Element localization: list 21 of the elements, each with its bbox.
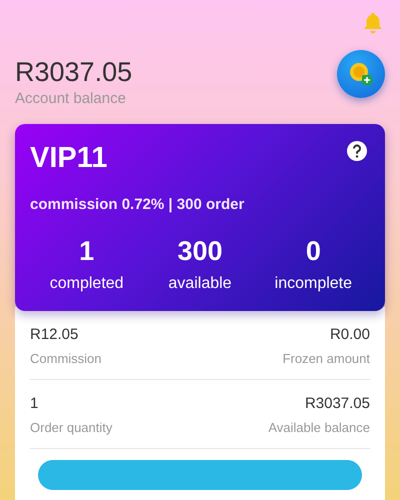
detail-value: 1 (30, 394, 40, 414)
detail-value: R12.05 (30, 325, 80, 345)
stat-value: 0 (304, 235, 322, 267)
balance-amount: R3037.05 (15, 56, 132, 88)
balance-label: Account balance (15, 90, 127, 107)
detail-label: Frozen amount (282, 351, 370, 366)
detail-value: R0.00 (328, 325, 370, 345)
stat-value: 1 (78, 235, 96, 267)
vip-summary: commission 0.72% | 300 order (30, 196, 246, 213)
detail-label: Commission (30, 351, 102, 366)
recharge-button[interactable] (337, 50, 385, 98)
stat-value: 300 (176, 235, 224, 267)
vip-level: VIP11 (30, 141, 108, 176)
detail-value: R3037.05 (304, 394, 370, 414)
detail-label: Order quantity (30, 420, 112, 435)
stat-label: incomplete (274, 275, 354, 293)
stat-label: available (167, 275, 233, 293)
stat-label: completed (48, 275, 125, 293)
coin-plus-icon (349, 62, 373, 86)
help-icon[interactable] (346, 140, 368, 162)
detail-label: Available balance (268, 420, 370, 435)
